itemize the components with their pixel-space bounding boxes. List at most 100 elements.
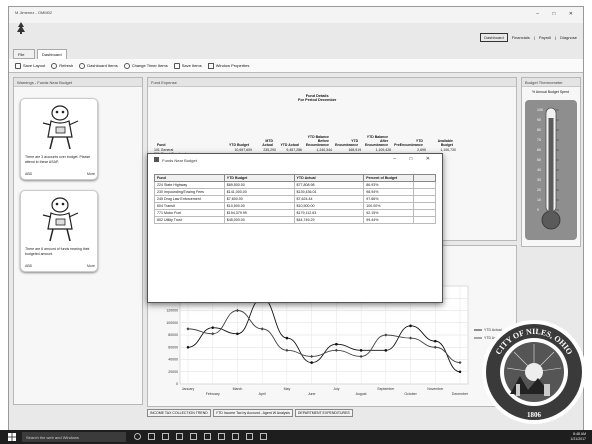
- nav-diagnose[interactable]: Diagnose: [560, 35, 577, 40]
- app-icon[interactable]: [218, 433, 225, 440]
- warning-text: There are 3 accounts over budget. Please…: [25, 155, 91, 164]
- minimize-button[interactable]: –: [536, 11, 545, 17]
- task-view-icon[interactable]: [148, 433, 155, 440]
- table-row[interactable]: 802 Utility Trust $45,000.00 $44,749.29 99.…: [154, 216, 436, 224]
- warning-card[interactable]: There are 3 accounts over budget. Please…: [20, 98, 98, 180]
- window-properties-button[interactable]: Window Properties: [207, 62, 249, 69]
- y-tick-label: 40000: [168, 358, 178, 362]
- taskbar: Search the web and Windows 8:48 AM 1/21/…: [0, 430, 592, 444]
- column-header[interactable]: YTD Encumbrance: [332, 118, 361, 148]
- dashboard-items-button[interactable]: Dashboard Items: [79, 62, 118, 69]
- x-tick-label: February: [206, 392, 220, 396]
- refresh-button[interactable]: Refresh: [51, 62, 73, 69]
- dashboard-items-icon: [79, 62, 86, 69]
- column-header[interactable]: Available Budget: [426, 118, 456, 148]
- table-row[interactable]: 604 Transit $10,500.00 $10,500.00 100.00%: [154, 202, 436, 210]
- edge-icon[interactable]: [162, 433, 169, 440]
- window-icon: [207, 62, 214, 69]
- dialog-maximize-button[interactable]: □: [409, 156, 418, 162]
- card-more-link[interactable]: More: [87, 264, 95, 268]
- close-button[interactable]: ✕: [569, 11, 579, 17]
- thermometer-tick-label: 50: [537, 158, 541, 162]
- refresh-icon: [51, 62, 58, 69]
- nav-financials[interactable]: Financials: [512, 35, 530, 40]
- ribbon-tabs: File Dashboard: [9, 49, 583, 59]
- thermometer-panel: Budget Thermometer % Annual Budget Spent…: [521, 77, 581, 247]
- thermometer-tick-label: 90: [537, 118, 541, 122]
- thermometer-tick-label: 100: [537, 108, 543, 112]
- data-point: [335, 342, 338, 346]
- thermometer-tick-label: 40: [537, 168, 541, 172]
- taskbar-search-input[interactable]: Search the web and Windows: [22, 432, 126, 442]
- table-row[interactable]: 224 State Highway $89,500.00 $77,808.98 86.…: [154, 181, 436, 189]
- warning-card[interactable]: There are 6 amount of funds nearing thei…: [20, 190, 98, 272]
- data-point: [359, 349, 363, 352]
- maximize-button[interactable]: □: [552, 11, 561, 17]
- tab-file[interactable]: File: [13, 49, 35, 59]
- thermometer-icon: 1009080706050403020100: [537, 107, 561, 230]
- card-more-link[interactable]: More: [87, 172, 95, 176]
- column-header[interactable]: Percent of Budget: [363, 174, 415, 182]
- y-tick-label: 100000: [166, 321, 178, 325]
- dialog-close-button[interactable]: ✕: [426, 156, 436, 162]
- x-tick-label: June: [308, 392, 316, 396]
- y-tick-label: 60000: [168, 345, 178, 349]
- save-layout-button[interactable]: Save Layout: [15, 62, 45, 69]
- data-point: [409, 324, 412, 328]
- column-header[interactable]: Fund: [154, 118, 224, 148]
- x-tick-label: September: [377, 387, 395, 391]
- change-timer-button[interactable]: Change Timer Items: [123, 62, 168, 69]
- data-point: [384, 349, 388, 352]
- column-header[interactable]: YTD Balance After Encumbrance: [361, 118, 391, 148]
- save-items-button[interactable]: Save Items: [173, 62, 202, 69]
- nav-dashboard[interactable]: Dashboard: [480, 33, 508, 42]
- y-tick-label: 120000: [166, 309, 178, 313]
- column-header[interactable]: YTD PreEncumbrance: [391, 118, 426, 148]
- thermometer-tick-label: 0: [537, 208, 539, 212]
- tab-dashboard[interactable]: Dashboard: [37, 49, 67, 59]
- thermometer-title: Budget Thermometer: [522, 78, 580, 87]
- column-header[interactable]: YTD Actual: [293, 174, 365, 182]
- warning-text: There are 6 amount of funds nearing thei…: [25, 247, 90, 256]
- city-seal-logo: CITY OF NILES, OHIO 1806: [482, 320, 586, 424]
- store-icon[interactable]: [190, 433, 197, 440]
- column-header[interactable]: YTD Budget: [223, 174, 295, 182]
- windows-start-icon[interactable]: [8, 433, 16, 441]
- sheet-tabs: INCOME TAX COLLECTION TREND YTD Income T…: [147, 409, 353, 417]
- thermometer-tick-label: 60: [537, 148, 541, 152]
- table-row[interactable]: 245 Drug Law Enforcement $7,600.00 $7,624.…: [154, 195, 436, 203]
- data-point: [211, 326, 215, 329]
- column-header[interactable]: YTD Budget: [224, 118, 252, 148]
- app-icon[interactable]: [232, 433, 239, 440]
- save-icon: [173, 62, 180, 69]
- x-tick-label: October: [404, 392, 417, 396]
- x-tick-label: November: [427, 387, 444, 391]
- top-nav: Dashboard Financials | Payroll | Diagnose: [480, 33, 577, 42]
- thermometer-tick-label: 80: [537, 128, 541, 132]
- sheet-tab[interactable]: INCOME TAX COLLECTION TREND: [147, 409, 211, 417]
- column-header[interactable]: YTD Actual: [276, 118, 302, 148]
- y-tick-label: 0: [176, 382, 178, 386]
- sheet-tab[interactable]: YTD Income Tax by Account - Agent W Anal…: [212, 409, 293, 417]
- card-abd-link[interactable]: ABD: [25, 172, 32, 176]
- dialog-minimize-button[interactable]: –: [393, 156, 402, 162]
- app-icon[interactable]: [260, 433, 267, 440]
- column-header[interactable]: MTD Actual: [252, 118, 276, 148]
- thermometer-label: % Annual Budget Spent: [532, 90, 569, 94]
- save-icon: [15, 62, 21, 69]
- table-row[interactable]: 771 Motor Fuel $194,379.99 $179,112.63 92.1…: [154, 209, 436, 217]
- data-point: [458, 370, 462, 374]
- mail-icon[interactable]: [204, 433, 211, 440]
- table-row[interactable]: 230 Impounding/Towing Fees $141,000.00 $13…: [154, 188, 436, 196]
- title-bar: M Jimenez - OMM02 – □ ✕: [9, 7, 583, 23]
- fund-expense-table: Fund YTD Budget MTD Actual YTD Actual YT…: [154, 118, 456, 156]
- nav-payroll[interactable]: Payroll: [539, 35, 551, 40]
- column-header[interactable]: Fund: [154, 174, 225, 182]
- card-abd-link[interactable]: ABD: [25, 264, 32, 268]
- app-icon[interactable]: [246, 433, 253, 440]
- column-header[interactable]: YTD Balance Before Encumbrance: [302, 118, 332, 148]
- sheet-tab[interactable]: DEPARTMENT EXPENDITURES: [294, 409, 353, 417]
- file-explorer-icon[interactable]: [176, 433, 183, 440]
- cortana-icon[interactable]: [134, 433, 141, 440]
- taskbar-clock[interactable]: 8:48 AM 1/21/2017: [570, 432, 586, 441]
